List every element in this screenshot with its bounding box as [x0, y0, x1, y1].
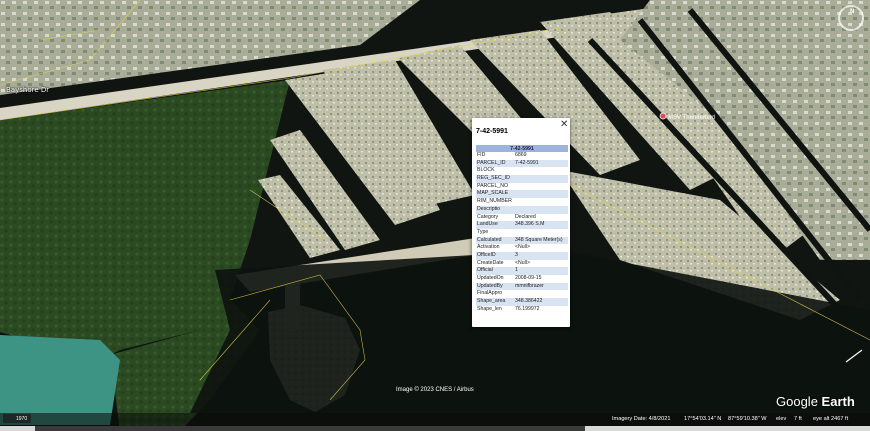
- attribute-row: FID 6869: [476, 152, 568, 160]
- attribute-value: 7-42-5991: [514, 159, 568, 168]
- latitude: 17°54'03.14" N: [684, 416, 722, 422]
- attribute-value: 6869: [515, 152, 527, 158]
- attribute-row: PARCEL_NO: [476, 183, 568, 191]
- attribute-key: Descriptio: [476, 205, 514, 214]
- attribute-row: UpdatedBy mmnifbrazer: [476, 282, 568, 291]
- attribute-row: Official 1: [476, 267, 568, 275]
- attribute-row: CreateDate <Null>: [476, 260, 568, 268]
- attribute-key: PARCEL_NO: [477, 182, 509, 189]
- poi-label: MSV Thunderbird: [668, 115, 715, 121]
- scale-badge: 1970: [3, 414, 31, 423]
- attribute-value: [514, 205, 568, 214]
- taskbar-strip: [35, 426, 585, 431]
- attribute-value: 348.396 S.M: [514, 221, 568, 229]
- attribute-row: Activation <Null>: [476, 244, 568, 252]
- imagery-date: Imagery Date: 4/8/2021: [612, 416, 671, 422]
- attribute-key: BLOCK: [477, 167, 495, 174]
- attribute-key: Official: [476, 267, 514, 275]
- window-bottom-bar: [0, 426, 870, 431]
- google-earth-logo: Google Earth: [776, 394, 855, 409]
- attribute-value: [514, 167, 568, 175]
- attribute-row: PARCEL_ID 7-42-5991: [476, 159, 568, 168]
- attribute-value: 348 Square Meter(s): [514, 236, 568, 245]
- attribute-value: Declared: [515, 213, 536, 220]
- attribute-value: <Null>: [515, 244, 530, 251]
- attribute-key: RIM_NUMBER: [477, 198, 512, 205]
- attribute-value: [514, 175, 568, 183]
- attribute-key: Type: [477, 228, 489, 235]
- attribute-value: [514, 229, 568, 237]
- attribute-key: FinalAppro: [477, 290, 503, 297]
- attribute-key: REG_SEC_ID: [476, 175, 514, 183]
- logo-google: Google: [776, 394, 822, 409]
- attribute-row: Shape_len 76.199972: [476, 306, 568, 314]
- attribute-value: 348.386422: [514, 298, 568, 306]
- attribute-value: 1: [514, 267, 568, 275]
- attribute-value: [514, 290, 568, 298]
- logo-earth: Earth: [821, 394, 855, 409]
- attribute-key: PARCEL_ID: [476, 159, 514, 168]
- close-icon[interactable]: ✕: [560, 120, 568, 130]
- eye-altitude: eye alt 2467 ft: [813, 416, 849, 422]
- feature-info-balloon[interactable]: ✕ 7-42-5991 7-42-5991 FID 6869 PARCEL_ID 7-…: [472, 118, 570, 327]
- attribute-table: 7-42-5991 FID 6869 PARCEL_ID 7-42-5991 BLOCK…: [476, 145, 568, 313]
- attribute-row: RIM_NUMBER: [476, 198, 568, 206]
- elevation-label: elev: [776, 416, 787, 422]
- attribute-value: 3: [514, 251, 568, 260]
- attribute-row: Shape_area 348.386422: [476, 298, 568, 306]
- attribute-row: REG_SEC_ID: [476, 175, 568, 183]
- attribute-key: UpdatedOn: [477, 275, 504, 281]
- attribute-row: Type: [476, 229, 568, 237]
- lagoon: [0, 335, 120, 425]
- attribute-row: MAP_SCALE: [476, 190, 568, 199]
- status-bar: Imagery Date: 4/8/2021 17°54'03.14" N 87…: [0, 413, 870, 426]
- satellite-map[interactable]: Bayshore Dr MSV Thunderbird Image © 2023…: [0, 0, 870, 431]
- compass-control[interactable]: N: [838, 5, 864, 31]
- attribute-key: Shape_area: [476, 298, 514, 306]
- attribute-row: Descriptio: [476, 205, 568, 214]
- attribute-row: BLOCK: [476, 167, 568, 175]
- attribute-row: OfficeID 3: [476, 251, 568, 260]
- attribute-key: Activation: [477, 244, 500, 251]
- attribute-key: CreateDate: [477, 259, 504, 266]
- attribute-value: [514, 190, 568, 199]
- attribute-key: MAP_SCALE: [476, 190, 514, 199]
- attribute-key: OfficeID: [476, 251, 514, 260]
- road-label: Bayshore Dr: [6, 86, 49, 94]
- attribute-key: UpdatedBy: [476, 282, 514, 291]
- attribute-key: FID: [477, 152, 486, 158]
- attribute-value: 2008-09-15: [515, 275, 542, 281]
- poi-marker-icon[interactable]: [659, 112, 667, 120]
- attribute-row: Category Declared: [476, 214, 568, 222]
- attribute-value: [514, 198, 568, 206]
- balloon-title: 7-42-5991: [476, 128, 508, 135]
- attribute-key: Category: [477, 213, 499, 220]
- attribute-row: Calculated 348 Square Meter(s): [476, 236, 568, 245]
- imagery-copyright: Image © 2023 CNES / Airbus: [396, 386, 474, 393]
- elevation-value: 7 ft: [794, 416, 802, 422]
- attribute-value: 76.199972: [515, 305, 540, 312]
- attribute-key: Shape_len: [477, 305, 502, 312]
- attribute-value: mmnifbrazer: [514, 282, 568, 291]
- scale-year: 1970: [16, 416, 28, 422]
- attribute-key: Calculated: [476, 236, 514, 245]
- attribute-value: <Null>: [515, 259, 530, 266]
- attribute-table-header: 7-42-5991: [476, 145, 568, 152]
- attribute-value: [514, 183, 568, 191]
- attribute-key: LandUse: [476, 221, 514, 229]
- attribute-row: FinalAppro: [476, 290, 568, 298]
- compass-north-label: N: [850, 9, 855, 15]
- longitude: 87°59'10.38" W: [728, 416, 767, 422]
- attribute-row: UpdatedOn 2008-09-15: [476, 275, 568, 283]
- attribute-row: LandUse 348.396 S.M: [476, 221, 568, 229]
